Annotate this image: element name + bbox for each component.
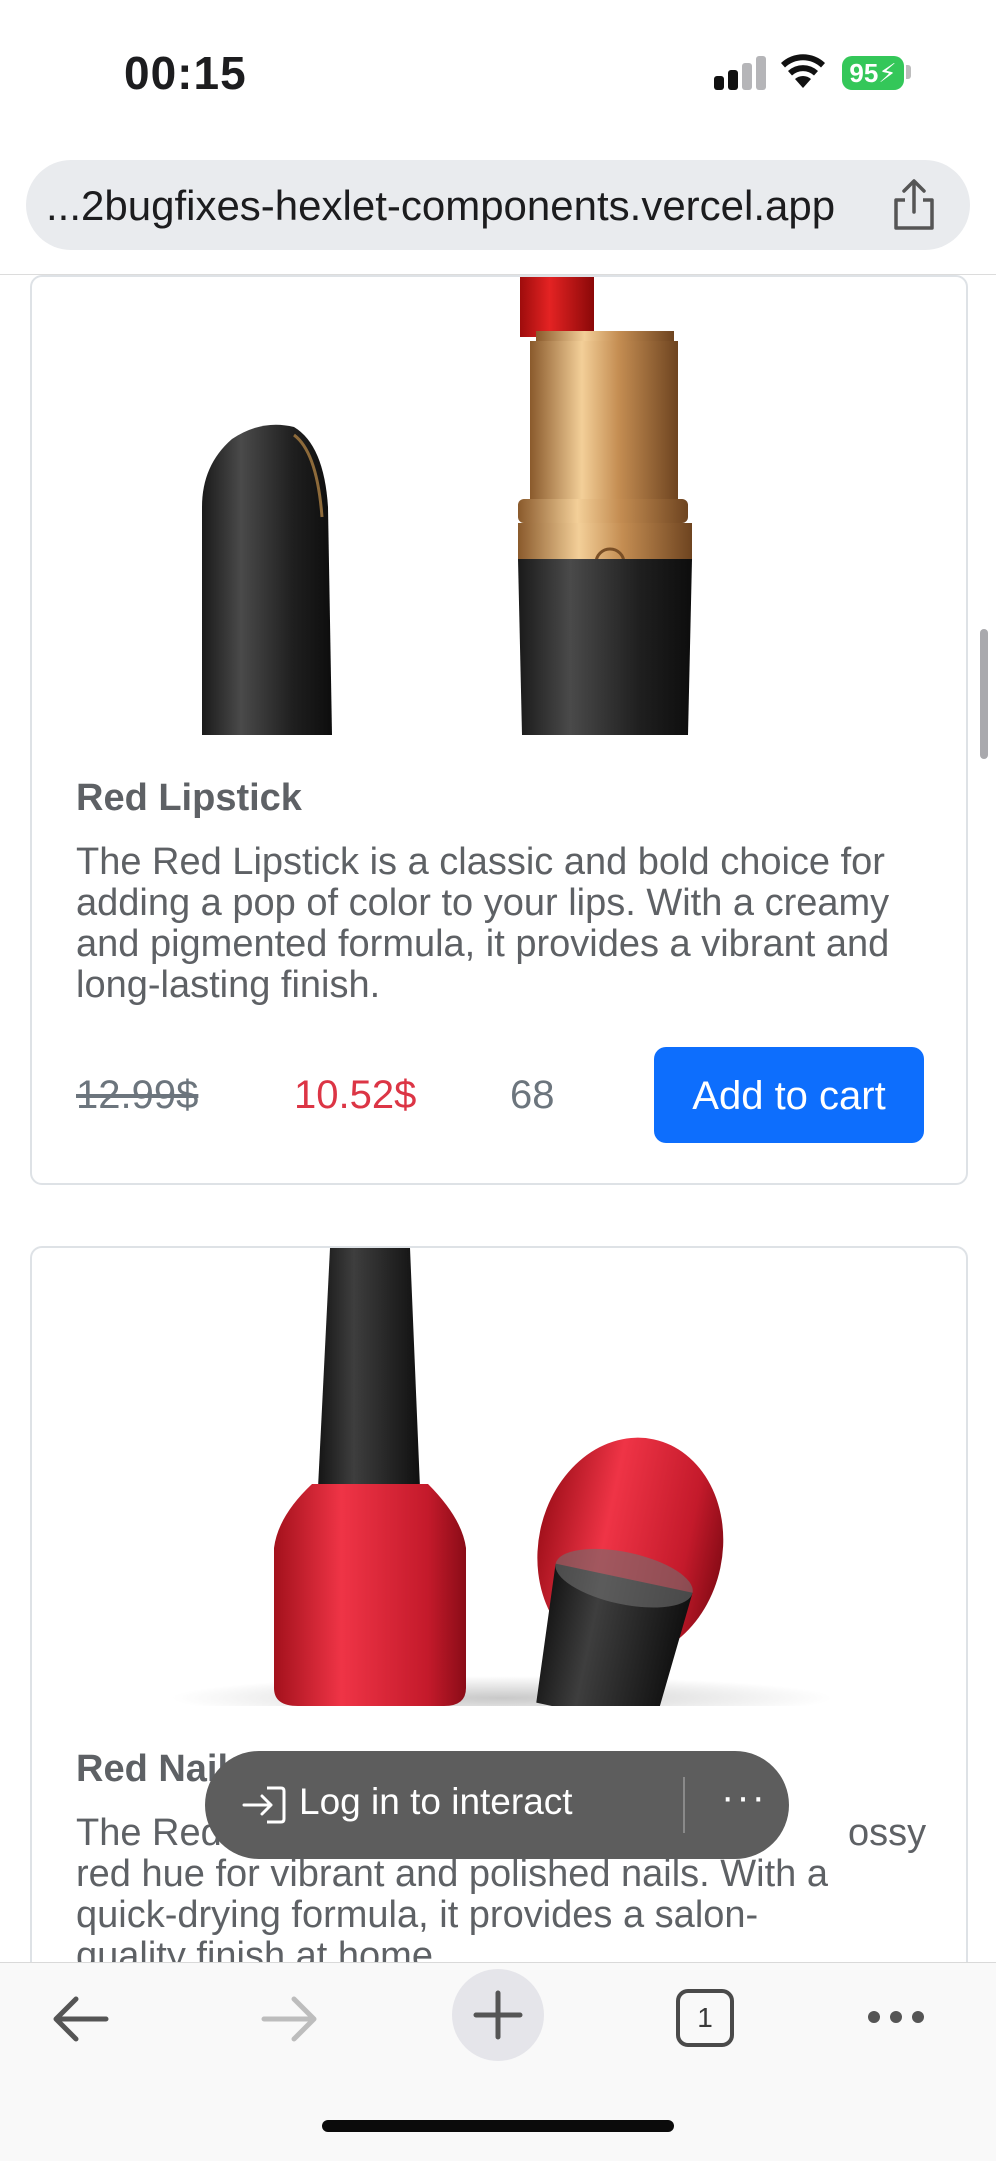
home-indicator[interactable] <box>322 2120 674 2132</box>
tabs-button[interactable]: 1 <box>676 1989 734 2047</box>
product-description: The Red Lipstick is a classic and bold c… <box>76 841 890 1006</box>
more-menu-icon[interactable] <box>866 2005 926 2029</box>
product-title: Red Nail <box>76 1748 229 1790</box>
clock: 00:15 <box>124 47 247 99</box>
description-line: red hue for vibrant and polished nails. … <box>76 1853 828 1895</box>
description-start: The Red <box>76 1812 222 1854</box>
nail-polish-image <box>172 1248 832 1706</box>
battery-tip <box>906 65 911 79</box>
new-tab-button[interactable] <box>452 1969 544 2061</box>
forward-arrow-icon[interactable] <box>258 1989 320 2049</box>
pill-divider <box>683 1777 685 1833</box>
product-image <box>32 277 966 735</box>
product-title: Red Lipstick <box>76 777 302 819</box>
description-fragment: ossy <box>848 1812 927 1854</box>
address-bar[interactable]: ...2bugfixes-hexlet-components.vercel.ap… <box>26 160 970 250</box>
scrollbar[interactable] <box>980 629 988 759</box>
product-image <box>32 1248 966 1706</box>
wifi-icon <box>781 54 825 88</box>
description-line: quality finish at home. <box>76 1935 444 1963</box>
product-card: Red Lipstick The Red Lipstick is a class… <box>30 275 968 1185</box>
cellular-signal-icon <box>714 56 766 90</box>
battery-icon: 95⚡ <box>842 56 904 90</box>
share-icon[interactable] <box>888 178 940 232</box>
login-icon <box>242 1786 286 1824</box>
status-bar: 00:15 95⚡ <box>0 0 996 150</box>
plus-icon <box>473 1990 523 2040</box>
original-price: 12.99$ <box>76 1073 199 1117</box>
more-options-icon[interactable]: ··· <box>721 1775 767 1820</box>
login-label[interactable]: Log in to interact <box>299 1781 573 1823</box>
add-to-cart-button[interactable]: Add to cart <box>654 1047 924 1143</box>
sale-price: 10.52$ <box>294 1073 417 1117</box>
url-text[interactable]: ...2bugfixes-hexlet-components.vercel.ap… <box>46 182 835 230</box>
stock-count: 68 <box>510 1073 555 1117</box>
page-content[interactable]: Red Lipstick The Red Lipstick is a class… <box>0 275 996 1962</box>
lipstick-image <box>202 277 692 735</box>
back-arrow-icon[interactable] <box>50 1989 112 2049</box>
login-prompt[interactable]: Log in to interact ··· <box>205 1751 789 1859</box>
battery-level: 95 <box>849 58 879 88</box>
description-line: quick-drying formula, it provides a salo… <box>76 1894 759 1936</box>
